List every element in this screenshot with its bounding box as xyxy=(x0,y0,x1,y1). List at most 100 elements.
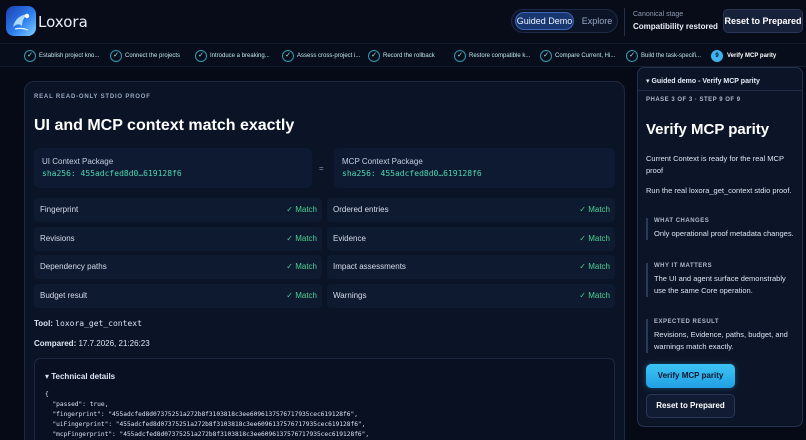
guided-demo-header[interactable]: ▾ Guided demo - Verify MCP parity xyxy=(646,77,760,85)
stage-value: Compatibility restored xyxy=(633,22,718,31)
check-label: Impact assessments xyxy=(333,262,406,271)
check-label: Fingerprint xyxy=(40,205,79,214)
check-row-budget-result: Budget result ✓ Match xyxy=(34,284,322,308)
check-label: Revisions xyxy=(40,234,75,243)
match-badge: ✓ Match xyxy=(286,291,317,300)
top-bar: Loxora Guided Demo Explore Canonical sta… xyxy=(0,0,806,44)
step-label: Assess cross-project i... xyxy=(297,53,361,59)
step-label: Compare Current, Hi... xyxy=(555,53,616,59)
mode-switch: Guided Demo Explore xyxy=(511,9,618,33)
tool-label: Tool: xyxy=(34,319,53,328)
section-caption: WHAT CHANGES xyxy=(654,218,710,224)
step-label: Establish project kno... xyxy=(39,53,100,59)
step-label: Introduce a breaking... xyxy=(210,53,270,59)
brand-name: Loxora xyxy=(38,13,88,31)
step-8[interactable]: ✓ Build the task-specifi... xyxy=(626,49,701,63)
step-label: Record the rollback xyxy=(383,53,435,59)
step-3[interactable]: ✓ Introduce a breaking... xyxy=(195,49,270,63)
json-line: "fingerprint": "455adcfed8d07375251a272b… xyxy=(45,411,358,418)
check-label: Warnings xyxy=(333,291,367,300)
mode-guided-demo-button[interactable]: Guided Demo xyxy=(515,12,574,30)
match-badge: ✓ Match xyxy=(286,234,317,243)
check-row-impact-assessments: Impact assessments ✓ Match xyxy=(327,255,615,279)
section-text: The UI and agent surface demonstrably us… xyxy=(654,274,786,295)
match-badge: ✓ Match xyxy=(579,234,610,243)
match-badge: ✓ Match xyxy=(579,262,610,271)
reset-to-prepared-panel-button[interactable]: Reset to Prepared xyxy=(646,394,735,418)
check-label: Evidence xyxy=(333,234,366,243)
verify-mcp-parity-button[interactable]: Verify MCP parity xyxy=(646,364,735,388)
section-caption: WHY IT MATTERS xyxy=(654,263,713,269)
what-changes-section: WHAT CHANGES Only operational proof meta… xyxy=(646,218,798,240)
ui-package-hash: sha256: 455adcfed8d0…619128f6 xyxy=(42,169,182,178)
json-line: { xyxy=(45,391,49,398)
check-row-evidence: Evidence ✓ Match xyxy=(327,227,615,251)
guide-title: Verify MCP parity xyxy=(646,121,770,138)
check-icon: ✓ xyxy=(454,50,466,62)
match-badge: ✓ Match xyxy=(579,291,610,300)
equals-sign: = xyxy=(319,164,324,173)
loxora-logo-icon xyxy=(6,6,36,36)
step-2[interactable]: ✓ Connect the projects xyxy=(110,49,180,63)
check-label: Ordered entries xyxy=(333,205,389,214)
json-line: "mcpFingerprint": "455adcfed8d07375251a2… xyxy=(45,431,370,438)
proof-title: UI and MCP context match exactly xyxy=(34,117,295,134)
why-it-matters-section: WHY IT MATTERS The UI and agent surface … xyxy=(646,263,798,297)
check-icon: ✓ xyxy=(195,50,207,62)
step-6[interactable]: ✓ Restore compatible k... xyxy=(454,49,530,63)
guide-paragraph-1: Current Context is ready for the real MC… xyxy=(646,154,784,175)
step-5[interactable]: ✓ Record the rollback xyxy=(368,49,435,63)
stage-caption: Canonical stage xyxy=(633,11,684,18)
check-row-fingerprint: Fingerprint ✓ Match xyxy=(34,198,322,222)
panel-divider xyxy=(638,90,802,91)
phase-step-indicator: PHASE 3 OF 3 · STEP 9 OF 9 xyxy=(646,97,741,103)
check-icon: ✓ xyxy=(282,50,294,62)
proof-eyebrow: REAL READ-ONLY STDIO PROOF xyxy=(34,94,151,100)
technical-details-toggle[interactable]: ▾ Technical details xyxy=(45,372,115,381)
check-row-ordered-entries: Ordered entries ✓ Match xyxy=(327,198,615,222)
match-badge: ✓ Match xyxy=(286,205,317,214)
mode-explore-button[interactable]: Explore xyxy=(578,12,616,30)
step-label: Connect the projects xyxy=(125,53,181,59)
check-label: Budget result xyxy=(40,291,88,300)
step-label: Build the task-specifi... xyxy=(641,53,702,59)
check-icon: ✓ xyxy=(368,50,380,62)
check-label: Dependency paths xyxy=(40,262,107,271)
mcp-context-package: MCP Context Package sha256: 455adcfed8d0… xyxy=(334,148,615,188)
expected-result-section: EXPECTED RESULT Revisions, Evidence, pat… xyxy=(646,319,798,353)
check-icon: ✓ xyxy=(24,50,36,62)
json-line: "uiFingerprint": "455adcfed8d07375251a27… xyxy=(45,421,366,428)
check-row-dependency-paths: Dependency paths ✓ Match xyxy=(34,255,322,279)
check-row-revisions: Revisions ✓ Match xyxy=(34,227,322,251)
section-text: Only operational proof metadata changes. xyxy=(654,229,794,238)
step-1[interactable]: ✓ Establish project kno... xyxy=(24,49,99,63)
match-badge: ✓ Match xyxy=(579,205,610,214)
ui-context-package: UI Context Package sha256: 455adcfed8d0…… xyxy=(34,148,312,188)
technical-details-json: { "passed": true, "fingerprint": "455adc… xyxy=(45,390,369,440)
step-7[interactable]: ✓ Compare Current, Hi... xyxy=(540,49,615,63)
check-icon: ✓ xyxy=(626,50,638,62)
step-4[interactable]: ✓ Assess cross-project i... xyxy=(282,49,360,63)
technical-details-panel: ▾ Technical details { "passed": true, "f… xyxy=(34,358,615,440)
reset-to-prepared-button[interactable]: Reset to Prepared xyxy=(723,9,803,33)
step-label: Restore compatible k... xyxy=(469,53,531,59)
mcp-package-hash: sha256: 455adcfed8d0…619128f6 xyxy=(342,169,482,178)
json-line: "passed": true, xyxy=(45,401,109,408)
tool-info: Tool: loxora_get_context xyxy=(34,319,142,328)
tool-name: loxora_get_context xyxy=(55,319,142,328)
check-icon: ✓ xyxy=(540,50,552,62)
section-caption: EXPECTED RESULT xyxy=(654,319,720,325)
step-9-current[interactable]: 9 Verify MCP parity xyxy=(711,49,776,63)
proof-card: REAL READ-ONLY STDIO PROOF UI and MCP co… xyxy=(24,81,625,440)
guide-paragraph-2: Run the real loxora_get_context stdio pr… xyxy=(646,186,792,195)
step-label: Verify MCP parity xyxy=(727,53,777,59)
match-badge: ✓ Match xyxy=(286,262,317,271)
guided-demo-panel: ▾ Guided demo - Verify MCP parity PHASE … xyxy=(637,67,803,427)
mcp-package-label: MCP Context Package xyxy=(342,157,423,166)
step-number: 9 xyxy=(711,50,723,62)
compared-label: Compared: xyxy=(34,339,77,348)
header-divider xyxy=(624,8,625,36)
check-icon: ✓ xyxy=(110,50,122,62)
step-progress-bar: ✓ Establish project kno... ✓ Connect the… xyxy=(0,45,806,67)
compared-info: Compared: 17.7.2026, 21:26:23 xyxy=(34,339,150,348)
